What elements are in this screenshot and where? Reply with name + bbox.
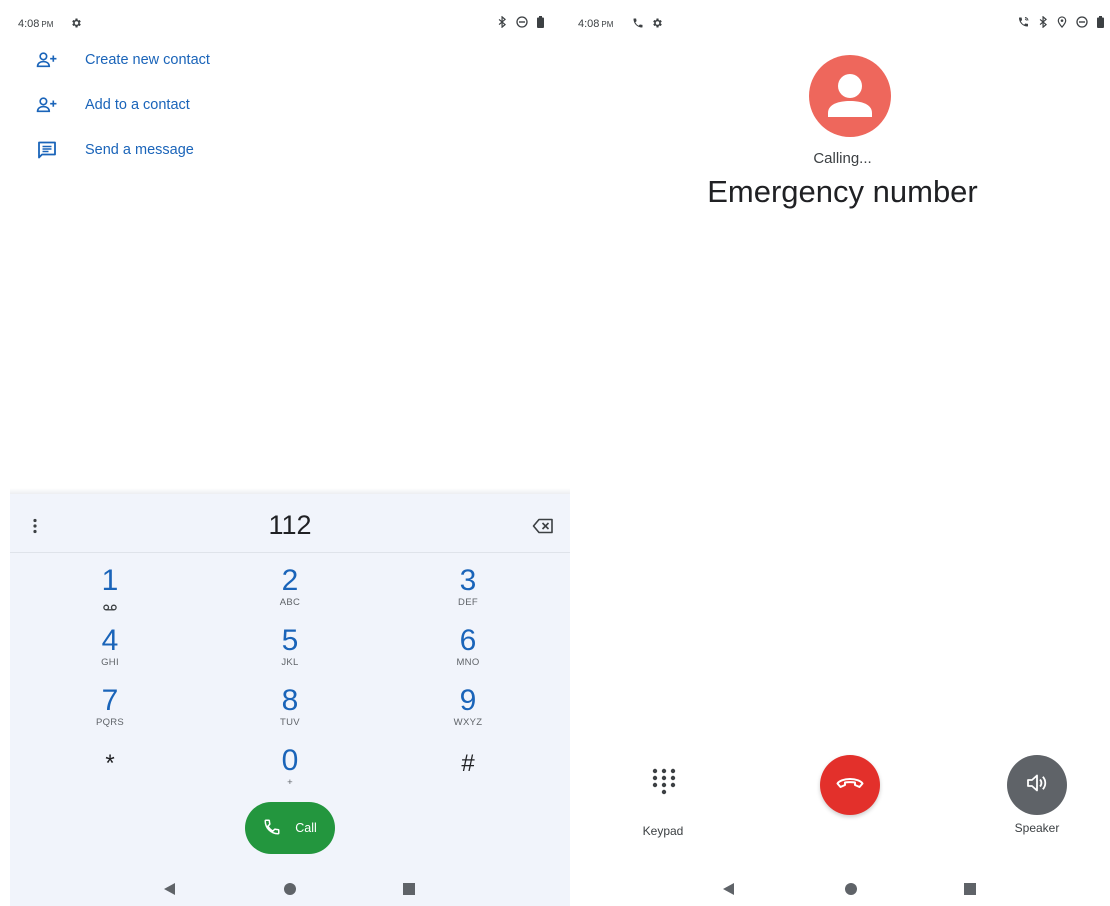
dialpad-key-6[interactable]: 6 MNO xyxy=(428,626,508,682)
menu-label: Create new contact xyxy=(85,52,210,68)
person-add-icon xyxy=(36,49,58,71)
call-button-label: Call xyxy=(295,821,317,835)
key-letters: GHI xyxy=(101,657,119,668)
key-digit: 9 xyxy=(459,684,477,717)
status-time: 4:08 PM xyxy=(578,18,614,30)
key-letters: TUV xyxy=(280,717,300,728)
dialpad-key-7[interactable]: 7 PQRS xyxy=(70,686,150,742)
dialpad-key-8[interactable]: 8 TUV xyxy=(250,686,330,742)
home-icon xyxy=(845,883,857,895)
home-icon xyxy=(284,883,296,895)
caller-name: Emergency number xyxy=(707,174,978,209)
key-letters: DEF xyxy=(458,597,478,608)
voicemail-icon xyxy=(70,598,150,616)
location-icon xyxy=(1057,16,1067,31)
status-bar: 4:08 PM xyxy=(0,0,575,40)
battery-icon xyxy=(537,16,544,31)
nav-back-button[interactable] xyxy=(164,876,175,902)
key-letters: + xyxy=(287,777,293,788)
keypad-button[interactable]: Keypad xyxy=(633,758,693,838)
phone-icon xyxy=(263,818,281,839)
nav-home-button[interactable] xyxy=(284,876,296,902)
dialpad-key-9[interactable]: 9 WXYZ xyxy=(428,686,508,742)
nav-home-button[interactable] xyxy=(845,876,857,902)
speaker-toggle[interactable] xyxy=(1007,755,1067,815)
menu-label: Add to a contact xyxy=(85,97,190,113)
key-digit: 7 xyxy=(101,684,119,717)
call-status-text: Calling... xyxy=(813,150,872,167)
nav-recents-button[interactable] xyxy=(964,876,976,902)
key-digit: 8 xyxy=(281,684,299,717)
dialer-screen: 4:08 PM Create new contact Add to a conta… xyxy=(0,0,575,906)
bluetooth-icon xyxy=(498,15,507,31)
back-icon xyxy=(723,883,734,895)
keypad-label: Keypad xyxy=(642,824,684,838)
menu-send-message[interactable]: Send a message xyxy=(36,135,194,165)
key-letters: MNO xyxy=(456,657,480,668)
dialpad-key-5[interactable]: 5 JKL xyxy=(250,626,330,682)
key-letters: WXYZ xyxy=(453,717,483,728)
dialpad-key-hash[interactable]: # xyxy=(428,746,508,802)
status-icons xyxy=(498,15,544,31)
menu-create-new-contact[interactable]: Create new contact xyxy=(36,45,210,75)
settings-icon xyxy=(70,17,82,32)
key-digit: 0 xyxy=(281,744,299,777)
key-digit: * xyxy=(105,750,115,777)
key-digit: 5 xyxy=(281,624,299,657)
hang-up-icon xyxy=(836,776,864,795)
key-digit: # xyxy=(461,750,475,777)
dialpad: 112 1 2 ABC 3 DEF 4 GHI 5 JKL 6 MNO 7 PQ… xyxy=(10,494,570,906)
recents-icon xyxy=(964,883,976,895)
recents-icon xyxy=(403,883,415,895)
wifi-calling-icon xyxy=(1017,16,1030,31)
do-not-disturb-icon xyxy=(1076,16,1088,31)
message-icon xyxy=(36,139,58,161)
in-call-screen: 4:08 PM Calling... Emergency number Keyp… xyxy=(575,0,1110,906)
nav-recents-button[interactable] xyxy=(403,876,415,902)
speaker-label: Speaker xyxy=(1014,821,1060,835)
key-letters: JKL xyxy=(281,657,299,668)
settings-icon xyxy=(651,17,663,32)
dialpad-key-3[interactable]: 3 DEF xyxy=(428,566,508,622)
volume-icon xyxy=(1026,773,1048,798)
nav-back-button[interactable] xyxy=(723,876,734,902)
dialpad-key-1[interactable]: 1 xyxy=(70,566,150,622)
speaker-button[interactable]: Speaker xyxy=(1007,755,1067,840)
caller-avatar xyxy=(809,55,891,137)
person-icon xyxy=(828,74,872,117)
status-time: 4:08 PM xyxy=(18,18,54,30)
status-bar: 4:08 PM xyxy=(575,0,1110,40)
dialpad-key-4[interactable]: 4 GHI xyxy=(70,626,150,682)
phone-icon xyxy=(632,17,644,32)
dialpad-key-star[interactable]: * xyxy=(70,746,150,802)
key-digit: 2 xyxy=(281,564,299,597)
backspace-icon[interactable] xyxy=(532,518,554,539)
key-letters: ABC xyxy=(279,597,301,608)
menu-add-to-contact[interactable]: Add to a contact xyxy=(36,90,190,120)
key-digit: 4 xyxy=(101,624,119,657)
dialed-digits[interactable]: 112 xyxy=(10,510,570,541)
dialpad-icon xyxy=(652,768,676,805)
back-icon xyxy=(164,883,175,895)
menu-label: Send a message xyxy=(85,142,194,158)
dialpad-key-2[interactable]: 2 ABC xyxy=(250,566,330,622)
status-icons xyxy=(1017,15,1104,31)
battery-icon xyxy=(1097,16,1104,31)
key-letters: PQRS xyxy=(95,717,125,728)
digits-row: 112 xyxy=(10,494,570,553)
end-call-button[interactable] xyxy=(820,755,880,815)
key-digit: 3 xyxy=(459,564,477,597)
dialpad-key-0[interactable]: 0 + xyxy=(250,746,330,802)
call-button[interactable]: Call xyxy=(245,802,335,854)
person-add-icon xyxy=(36,94,58,116)
key-digit: 6 xyxy=(459,624,477,657)
do-not-disturb-icon xyxy=(516,16,528,31)
bluetooth-icon xyxy=(1039,15,1048,31)
key-digit: 1 xyxy=(101,564,119,597)
